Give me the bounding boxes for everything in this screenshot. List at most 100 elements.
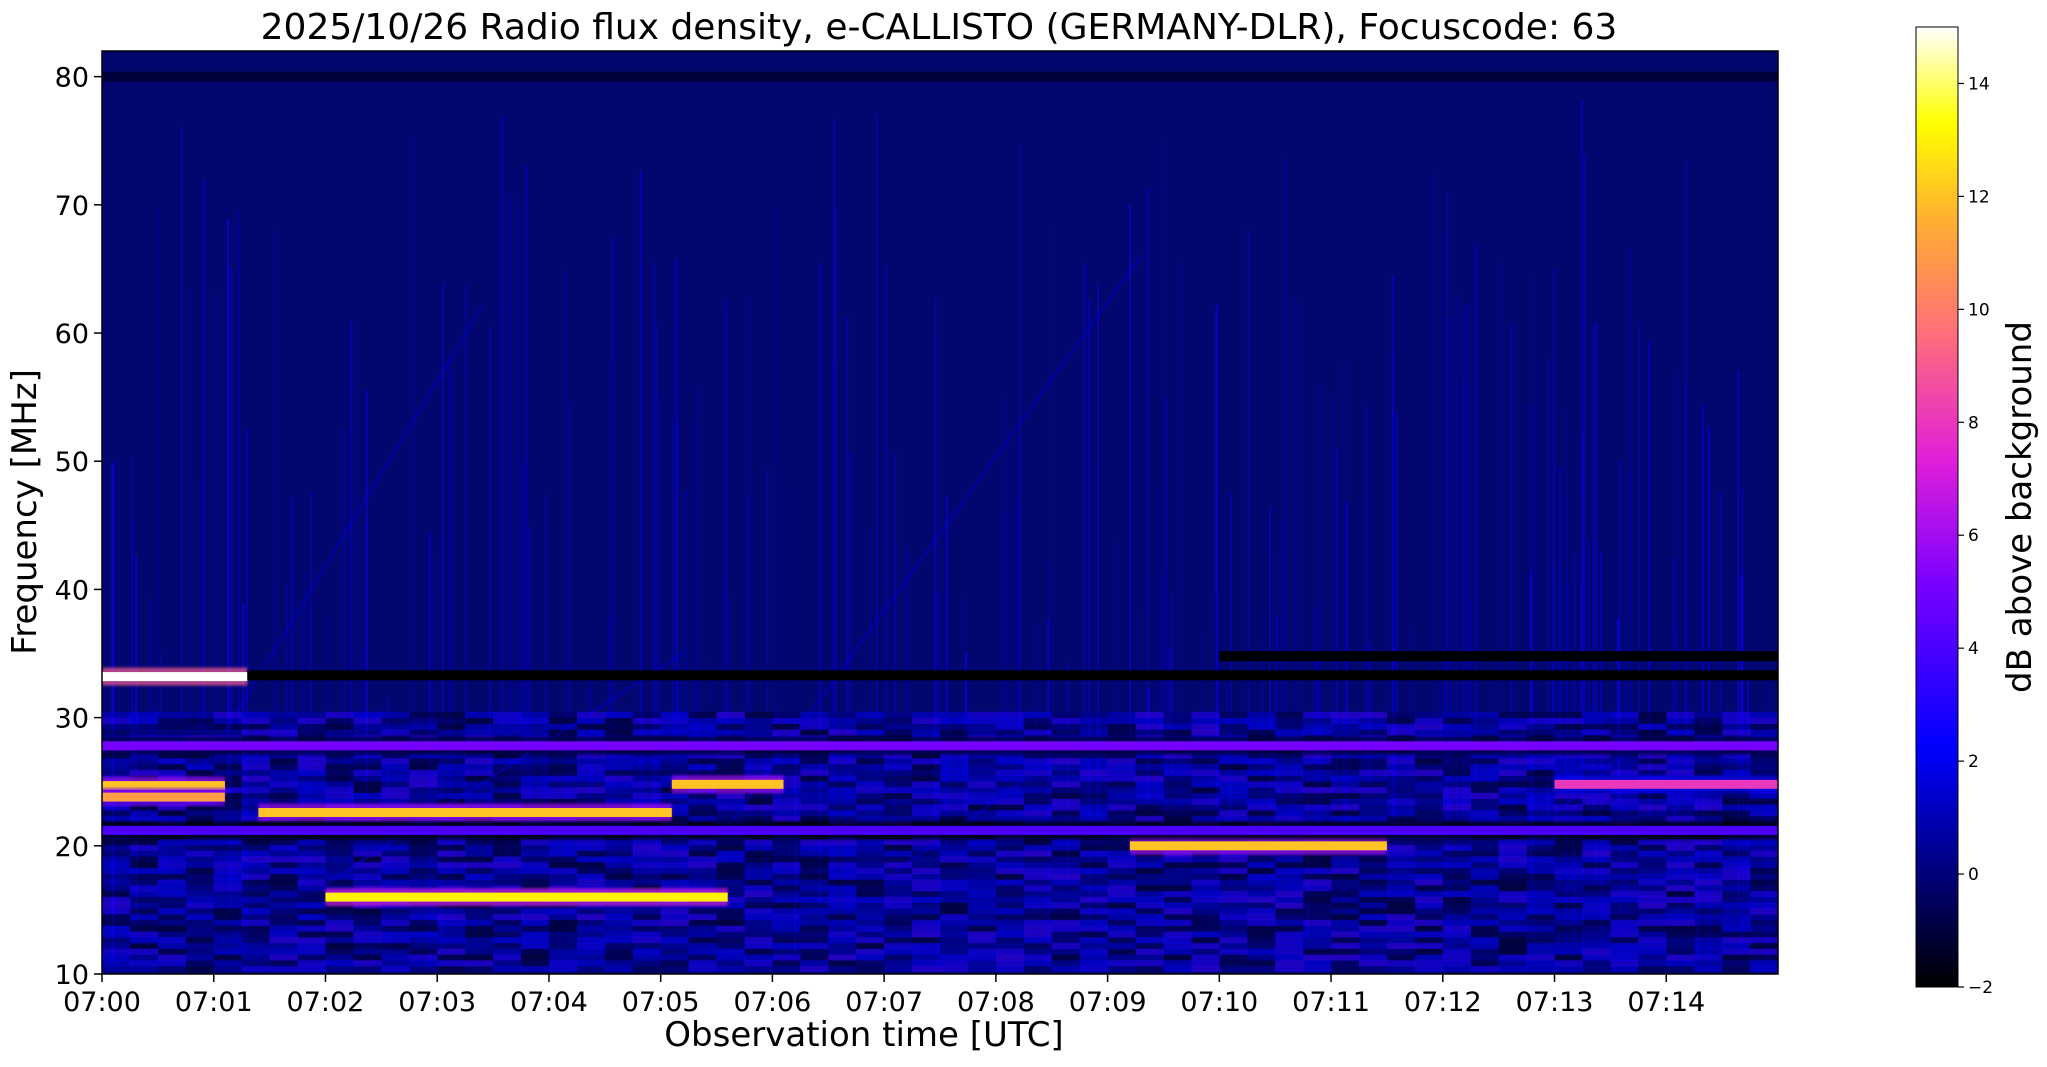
noise-cell xyxy=(1051,908,1081,915)
noise-cell xyxy=(744,931,773,938)
noise-cell xyxy=(1275,861,1304,869)
noise-cell xyxy=(1386,786,1416,794)
noise-cell xyxy=(1107,913,1137,921)
colorbar-tick-label: 14 xyxy=(1968,74,1990,94)
noise-cell xyxy=(185,948,215,955)
noise-cell xyxy=(353,925,382,932)
noise-cell xyxy=(1610,769,1639,776)
noise-cell xyxy=(856,867,885,874)
noise-cell xyxy=(1135,936,1164,944)
noise-cell xyxy=(856,792,885,799)
noise-cell xyxy=(912,815,941,823)
noise-cell xyxy=(828,873,857,880)
noise-cell xyxy=(213,925,243,932)
noise-cell xyxy=(1722,844,1751,851)
dead-band xyxy=(1219,651,1778,662)
noise-cell xyxy=(1163,786,1192,794)
noise-cell xyxy=(856,758,885,765)
noise-cell xyxy=(1498,804,1528,811)
noise-cell xyxy=(241,850,271,857)
noise-cell xyxy=(688,919,718,926)
noise-cell xyxy=(409,856,438,863)
noise-cell xyxy=(1079,711,1109,719)
noise-cell xyxy=(940,908,969,915)
noise-cell xyxy=(1191,711,1220,719)
x-tick-label: 07:09 xyxy=(1069,987,1147,1018)
noise-cell xyxy=(129,959,159,967)
noise-cell xyxy=(297,838,326,846)
noise-cell xyxy=(297,861,326,869)
noise-cell xyxy=(1275,856,1304,863)
noise-cell xyxy=(521,838,550,846)
noise-cell xyxy=(157,856,187,863)
noise-cell xyxy=(1526,884,1556,892)
noise-cell xyxy=(1694,856,1723,863)
noise-cell xyxy=(940,792,969,799)
noise-cell xyxy=(884,775,913,782)
noise-cell xyxy=(1610,936,1639,944)
noise-cell xyxy=(129,890,159,898)
noise-cell xyxy=(1191,936,1220,944)
noise-cell xyxy=(325,729,354,736)
noise-cell xyxy=(213,815,243,823)
noise-cell xyxy=(772,792,801,799)
noise-cell xyxy=(604,775,634,782)
noise-cell xyxy=(1163,913,1192,921)
noise-cell xyxy=(995,856,1025,863)
noise-cell xyxy=(213,717,243,724)
noise-cell xyxy=(185,867,215,874)
noise-cell xyxy=(102,913,131,921)
noise-cell xyxy=(1470,769,1500,776)
noise-cell xyxy=(381,763,410,771)
noise-cell xyxy=(213,711,243,719)
noise-cell xyxy=(353,781,382,788)
noise-cell xyxy=(688,913,718,921)
noise-cell xyxy=(521,936,550,944)
noise-cell xyxy=(1247,965,1276,973)
noise-cell xyxy=(102,884,131,892)
noise-cell xyxy=(465,844,494,851)
noise-cell xyxy=(800,959,829,967)
noise-cell xyxy=(632,925,662,932)
noise-cell xyxy=(437,925,466,932)
noise-cell xyxy=(1163,919,1192,926)
noise-cell xyxy=(1442,954,1472,961)
noise-cell xyxy=(1470,729,1500,736)
noise-cell xyxy=(102,723,131,730)
noise-cell xyxy=(744,873,773,880)
noise-cell xyxy=(213,809,243,817)
noise-cell xyxy=(241,936,271,944)
noise-cell xyxy=(744,861,773,869)
noise-cell xyxy=(1498,717,1528,724)
noise-cell xyxy=(744,936,773,944)
noise-cell xyxy=(1750,769,1778,776)
noise-cell xyxy=(1666,948,1695,955)
noise-cell xyxy=(800,809,829,817)
noise-cell xyxy=(1191,723,1220,730)
plot-area xyxy=(101,50,1779,975)
noise-cell xyxy=(1554,723,1583,730)
noise-cell xyxy=(1023,954,1053,961)
noise-cell xyxy=(1638,769,1667,776)
noise-cell xyxy=(325,850,354,857)
noise-cell xyxy=(297,965,326,973)
noise-cell xyxy=(1191,959,1220,967)
noise-cell xyxy=(1163,758,1192,765)
noise-cell xyxy=(1750,942,1778,949)
noise-cell xyxy=(688,942,718,949)
noise-cell xyxy=(1247,873,1276,880)
noise-cell xyxy=(912,908,941,915)
noise-cell xyxy=(185,729,215,736)
noise-cell xyxy=(1359,965,1388,973)
noise-cell xyxy=(912,798,941,805)
noise-cell xyxy=(409,763,438,771)
noise-cell xyxy=(1442,729,1472,736)
noise-cell xyxy=(1582,931,1611,938)
noise-cell xyxy=(772,809,801,817)
noise-cell xyxy=(828,717,857,724)
noise-cell xyxy=(185,931,215,938)
noise-cell xyxy=(1191,792,1220,799)
noise-cell xyxy=(1638,908,1667,915)
noise-cell xyxy=(604,948,634,955)
noise-cell xyxy=(1666,896,1695,903)
